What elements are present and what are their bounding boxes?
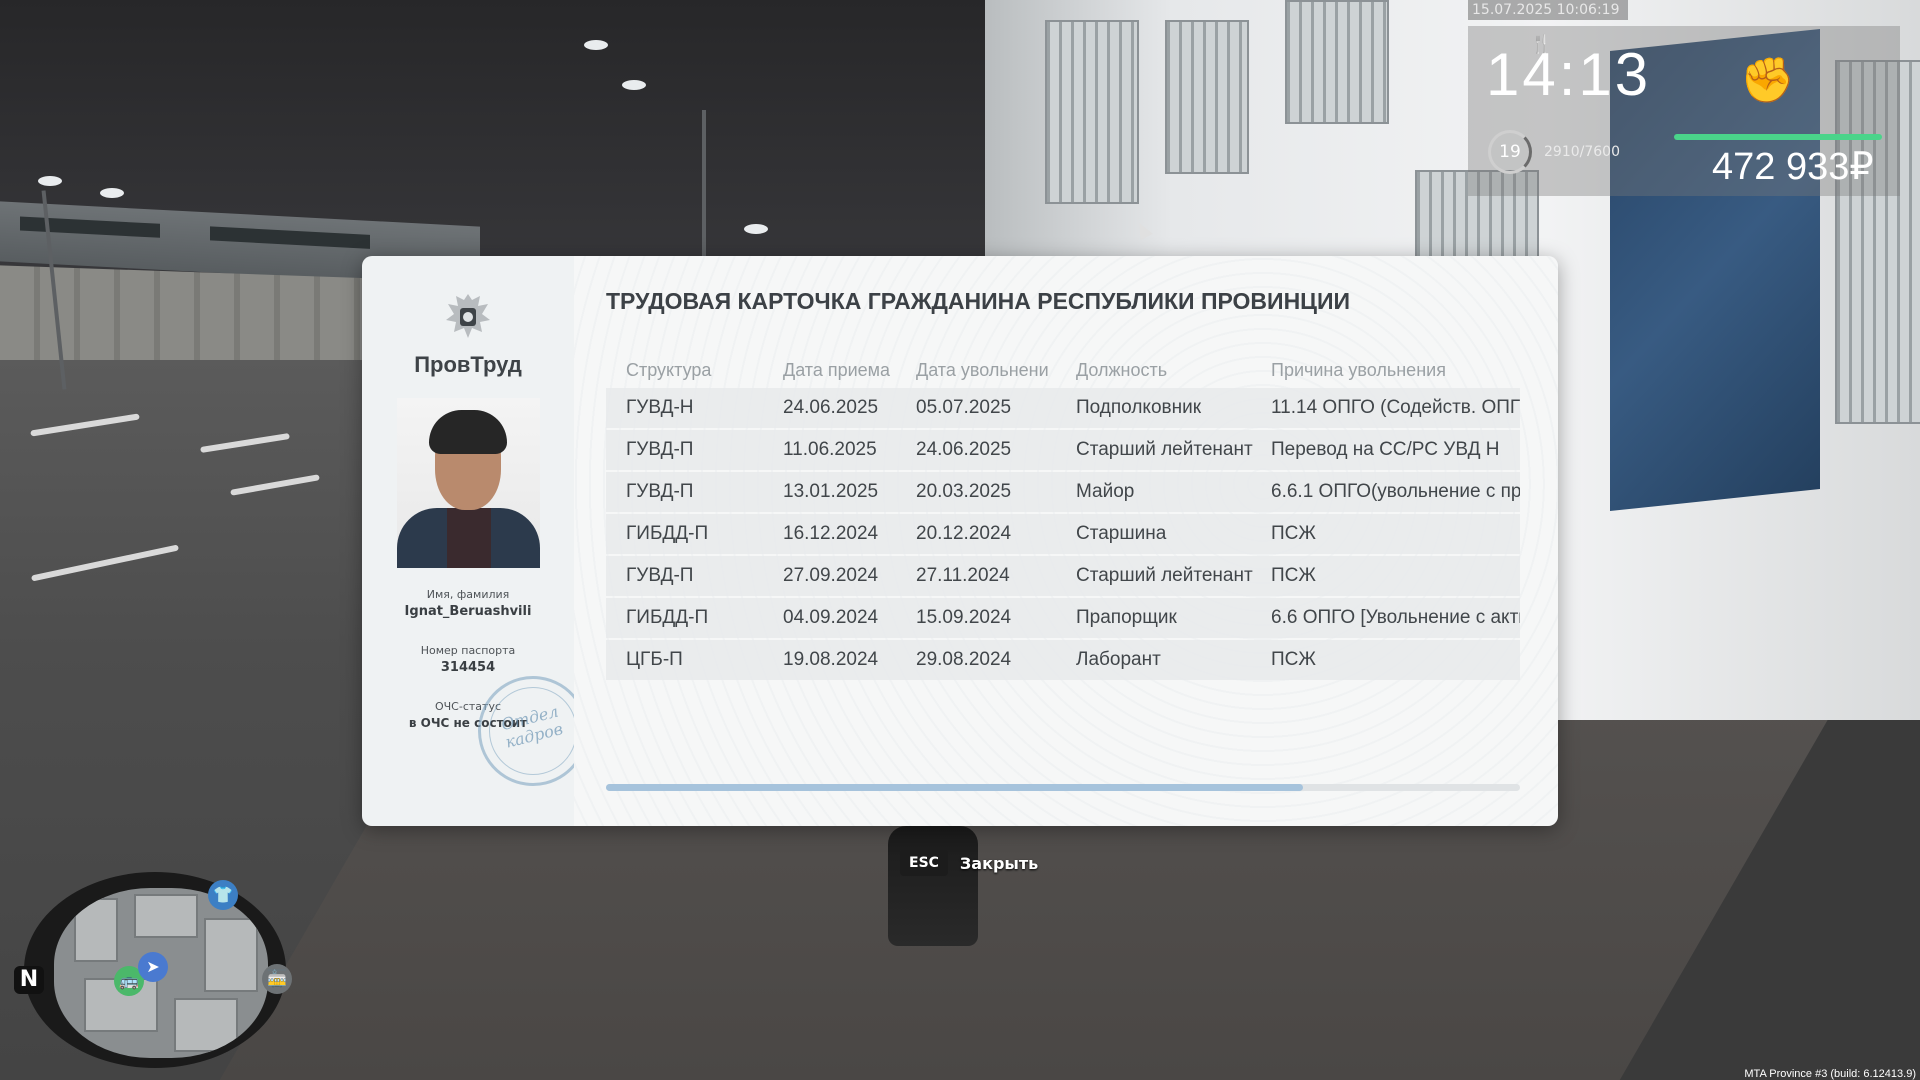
table-row: ГУВД-П 11.06.2025 24.06.2025 Старший лейтен…	[606, 430, 1520, 470]
close-label[interactable]: Закрыть	[960, 854, 1038, 873]
cell-structure: ГИБДД-П	[626, 523, 709, 544]
cell-dismissal-date: 20.12.2024	[916, 523, 1012, 544]
cell-structure: ГУВД-П	[626, 439, 694, 460]
cell-position: Майор	[1076, 481, 1135, 502]
table-header: Структура Дата приема Дата увольнени Дол…	[606, 360, 1520, 384]
table-row: ЦГБ-П 19.08.2024 29.08.2024 Лаборант ПСЖ	[606, 640, 1520, 680]
cell-reason: ПСЖ	[1271, 565, 1316, 586]
col-structure: Структура	[626, 360, 712, 380]
player-character	[888, 826, 978, 946]
table-row: ГУВД-Н 24.06.2025 05.07.2025 Подполковник 11…	[606, 388, 1520, 428]
cell-reason: ПСЖ	[1271, 649, 1316, 670]
cell-reason: 6.6.1 ОПГО(увольнение с пр	[1271, 481, 1520, 502]
table-row: ГИБДД-П 16.12.2024 20.12.2024 Старшина ПСЖ	[606, 514, 1520, 554]
cell-position: Прапорщик	[1076, 607, 1177, 628]
hud-datetime: 15.07.2025 10:06:19	[1468, 0, 1628, 20]
coat-of-arms-icon	[446, 294, 490, 338]
tram-icon: 🚋	[262, 964, 292, 994]
scrollbar-thumb[interactable]	[606, 784, 1304, 791]
cell-structure: ГУВД-П	[626, 565, 694, 586]
col-dismissal-date: Дата увольнени	[916, 360, 1049, 380]
table-row: ГИБДД-П 04.09.2024 15.09.2024 Прапорщик 6.6 …	[606, 598, 1520, 638]
cell-hire-date: 27.09.2024	[783, 565, 879, 586]
cell-dismissal-date: 29.08.2024	[916, 649, 1012, 670]
cell-reason: 6.6 ОПГО [Увольнение с акти	[1271, 607, 1520, 628]
cell-hire-date: 16.12.2024	[783, 523, 879, 544]
col-position: Должность	[1076, 360, 1168, 380]
work-record-card: ПровТруд Имя, фамилия Ignat_Beruashvili …	[362, 256, 1558, 826]
hud-money: 472 933₽	[1712, 146, 1874, 188]
cell-hire-date: 19.08.2024	[783, 649, 879, 670]
cell-dismissal-date: 15.09.2024	[916, 607, 1012, 628]
brand-name: ПровТруд	[414, 352, 522, 377]
passport-value: 314454	[440, 660, 496, 675]
cell-position: Старшина	[1076, 523, 1167, 544]
fist-icon: ✊	[1740, 55, 1795, 106]
cell-reason: 11.14 ОПГО (Содейств. ОПГ	[1271, 397, 1520, 418]
passport-label: Номер паспорта	[420, 644, 516, 657]
table-row: ГУВД-П 13.01.2025 20.03.2025 Майор 6.6.1 ОПГ…	[606, 472, 1520, 512]
player-marker-icon: ➤	[138, 952, 168, 982]
cell-position: Старший лейтенант	[1076, 565, 1253, 586]
table-row: ГУВД-П 27.09.2024 27.11.2024 Старший лейтен…	[606, 556, 1520, 596]
cell-position: Подполковник	[1076, 397, 1202, 418]
cell-dismissal-date: 24.06.2025	[916, 439, 1012, 460]
character-photo	[397, 398, 540, 568]
cell-dismissal-date: 27.11.2024	[916, 565, 1010, 586]
close-hint[interactable]: ESC Закрыть	[900, 848, 1038, 878]
name-value: Ignat_Beruashvili	[404, 604, 532, 619]
cell-dismissal-date: 05.07.2025	[916, 397, 1012, 418]
horizontal-scrollbar[interactable]	[606, 784, 1520, 791]
cell-structure: ГУВД-Н	[626, 397, 694, 418]
hud-time: 14:13	[1486, 41, 1652, 108]
clothing-shop-icon: 👕	[208, 880, 238, 910]
cell-position: Лаборант	[1076, 649, 1161, 670]
cell-structure: ЦГБ-П	[626, 649, 683, 670]
cell-hire-date: 13.01.2025	[783, 481, 879, 502]
cell-dismissal-date: 20.03.2025	[916, 481, 1012, 502]
cell-hire-date: 04.09.2024	[783, 607, 879, 628]
cell-structure: ГУВД-П	[626, 481, 694, 502]
cell-reason: Перевод на СС/РС УВД Н	[1271, 439, 1500, 460]
col-reason: Причина увольнения	[1271, 360, 1446, 380]
cell-hire-date: 11.06.2025	[783, 439, 877, 460]
hud-level: 19	[1488, 130, 1532, 174]
build-info: MTA Province #3 (build: 6.12413.9)	[1744, 1068, 1916, 1080]
card-title: ТРУДОВАЯ КАРТОЧКА ГРАЖДАНИНА РЕСПУБЛИКИ …	[606, 288, 1351, 314]
north-indicator: N	[14, 966, 44, 994]
col-hire-date: Дата приема	[783, 360, 891, 380]
hud-experience: 2910/7600	[1544, 144, 1620, 160]
cell-hire-date: 24.06.2025	[783, 397, 879, 418]
cell-position: Старший лейтенант	[1076, 439, 1253, 460]
cell-structure: ГИБДД-П	[626, 607, 709, 628]
name-label: Имя, фамилия	[426, 588, 510, 601]
employment-table[interactable]: Структура Дата приема Дата увольнени Дол…	[606, 360, 1520, 680]
esc-key[interactable]: ESC	[900, 850, 948, 876]
cell-reason: ПСЖ	[1271, 523, 1316, 544]
card-profile-panel: ПровТруд Имя, фамилия Ignat_Beruashvili …	[362, 256, 600, 826]
money-bar	[1674, 134, 1882, 140]
